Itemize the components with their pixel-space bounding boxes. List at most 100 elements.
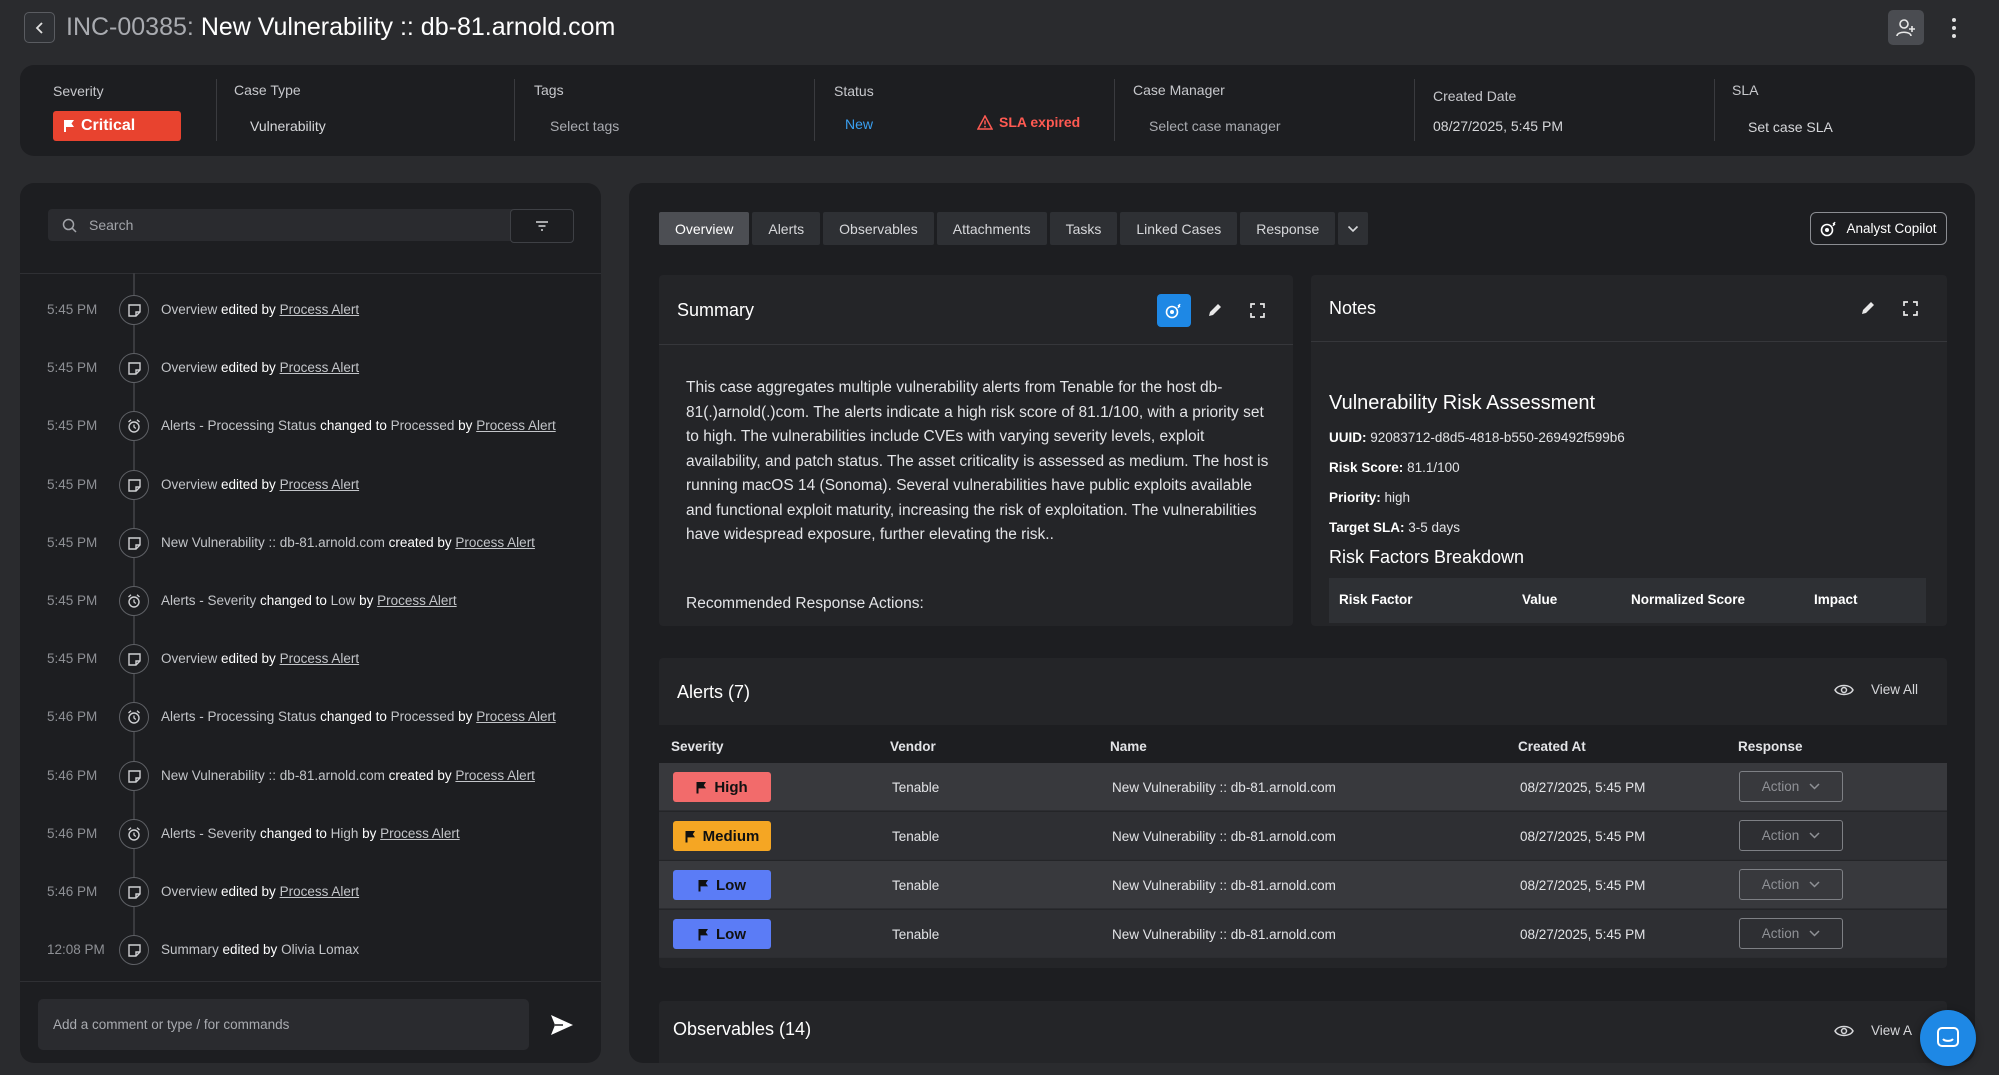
case-manager-field[interactable]: Case Manager Select case manager (1133, 65, 1413, 156)
case-type-field[interactable]: Case Type Vulnerability (234, 65, 534, 156)
action-dropdown[interactable]: Action (1739, 771, 1843, 802)
timeline-time: 5:46 PM (47, 884, 98, 899)
back-button[interactable] (24, 12, 55, 43)
timeline-actor-link[interactable]: Process Alert (280, 360, 360, 375)
timeline-subject: Overview (161, 360, 218, 375)
alert-name-cell[interactable]: New Vulnerability :: db-81.arnold.com (1112, 780, 1336, 795)
action-dropdown[interactable]: Action (1739, 820, 1843, 851)
more-tabs-button[interactable] (1338, 212, 1369, 245)
status-field[interactable]: Status New SLA expired (834, 65, 1114, 156)
table-row[interactable]: Low Tenable New Vulnerability :: db-81.arn… (659, 910, 1947, 958)
observables-view-all-label: View A (1871, 1023, 1913, 1038)
alarm-icon (119, 819, 149, 849)
tab-observables[interactable]: Observables (823, 212, 934, 245)
col-name: Name (1110, 739, 1147, 754)
timeline-actor-link[interactable]: Process Alert (377, 593, 457, 608)
sla-field[interactable]: SLA Set case SLA (1732, 65, 1962, 156)
tab-response[interactable]: Response (1240, 212, 1336, 245)
summary-copilot-button[interactable] (1157, 294, 1191, 327)
timeline-text: Overview edited by Process Alert (161, 651, 359, 666)
severity-select[interactable]: Critical (53, 111, 181, 141)
timeline-time: 12:08 PM (47, 942, 105, 957)
search-placeholder: Search (89, 217, 134, 233)
timeline-actor: Olivia Lomax (281, 942, 360, 957)
filter-icon (536, 221, 548, 231)
timeline-actor-link[interactable]: Process Alert (280, 477, 360, 492)
note-risk-score: Risk Score: 81.1/100 (1329, 460, 1460, 475)
note-icon (119, 295, 149, 325)
tab-attachments[interactable]: Attachments (936, 212, 1047, 245)
tab-alerts[interactable]: Alerts (752, 212, 821, 245)
tab-tasks[interactable]: Tasks (1049, 212, 1118, 245)
tab-bar: Overview Alerts Observables Attachments … (659, 212, 1369, 245)
col-impact: Impact (1814, 592, 1858, 607)
view-all-observables-button[interactable]: View A (1834, 1023, 1912, 1038)
timeline-actor-link[interactable]: Process Alert (455, 535, 535, 550)
alert-name-cell[interactable]: New Vulnerability :: db-81.arnold.com (1112, 829, 1336, 844)
case-info-bar: Severity Critical Case Type Vulnerabilit… (20, 65, 1975, 156)
risk-score-value: 81.1/100 (1407, 460, 1460, 475)
assign-user-button[interactable] (1888, 10, 1924, 45)
timeline-actor-link[interactable]: Process Alert (380, 826, 460, 841)
timeline-actor-link[interactable]: Process Alert (476, 418, 556, 433)
col-severity: Severity (671, 739, 724, 754)
edit-summary-button[interactable] (1200, 295, 1230, 325)
sla-label: SLA (1732, 82, 1759, 98)
tab-overview[interactable]: Overview (659, 212, 750, 245)
edit-notes-button[interactable] (1853, 293, 1883, 323)
alert-name-cell[interactable]: New Vulnerability :: db-81.arnold.com (1112, 927, 1336, 942)
timeline-actor-link[interactable]: Process Alert (280, 884, 360, 899)
notes-heading: Vulnerability Risk Assessment (1329, 392, 1596, 414)
action-dropdown[interactable]: Action (1739, 869, 1843, 900)
timeline-subject: Alerts - Processing Status (161, 709, 317, 724)
analyst-copilot-button[interactable]: Analyst Copilot (1810, 212, 1947, 245)
timeline-text: Overview edited by Process Alert (161, 477, 359, 492)
table-row[interactable]: Medium Tenable New Vulnerability :: db-81.… (659, 812, 1947, 860)
timeline-text: Summary edited by Olivia Lomax (161, 942, 359, 957)
severity-text: Low (716, 876, 746, 894)
note-icon (119, 877, 149, 907)
alarm-icon (119, 411, 149, 441)
alerts-table-header: Severity Vendor Name Created At Response (659, 725, 1947, 763)
search-input[interactable]: Search (48, 209, 516, 241)
timeline-actor-link[interactable]: Process Alert (476, 709, 556, 724)
created-at-cell: 08/27/2025, 5:45 PM (1520, 878, 1646, 893)
timeline-verb: edited by (217, 360, 280, 375)
view-all-alerts-button[interactable]: View All (1834, 682, 1918, 697)
table-row[interactable]: High Tenable New Vulnerability :: db-81.ar… (659, 763, 1947, 811)
case-type-label: Case Type (234, 82, 301, 98)
timeline-actor-link[interactable]: Process Alert (455, 768, 535, 783)
divider (20, 981, 601, 982)
eye-icon (1834, 684, 1854, 695)
tab-linked-cases[interactable]: Linked Cases (1120, 212, 1238, 245)
timeline-verb: changed to (316, 418, 391, 433)
summary-title: Summary (677, 300, 755, 320)
tags-field[interactable]: Tags Select tags (534, 65, 814, 156)
priority-label: Priority: (1329, 490, 1381, 505)
expand-notes-button[interactable] (1895, 293, 1925, 323)
alerts-card: Alerts (7) View All Severity Vendor Name… (659, 658, 1947, 968)
activity-panel: Search 5:45 PM Overview edited by Process… (20, 183, 601, 1063)
send-button[interactable] (547, 1010, 577, 1040)
action-dropdown[interactable]: Action (1739, 918, 1843, 949)
field-divider (814, 79, 815, 141)
chat-support-button[interactable] (1920, 1010, 1976, 1066)
vendor-cell: Tenable (892, 927, 940, 942)
timeline-actor-link[interactable]: Process Alert (280, 302, 360, 317)
severity-label: Severity (53, 83, 104, 99)
sla-placeholder: Set case SLA (1748, 119, 1833, 135)
comment-input[interactable]: Add a comment or type / for commands (38, 999, 529, 1050)
action-label: Action (1761, 828, 1800, 843)
target-sla-value: 3-5 days (1408, 520, 1461, 535)
action-label: Action (1761, 926, 1800, 941)
note-icon (119, 353, 149, 383)
filter-button[interactable] (510, 209, 574, 243)
alert-name-cell[interactable]: New Vulnerability :: db-81.arnold.com (1112, 878, 1336, 893)
timeline-item: 5:45 PM Overview edited by Process Alert (20, 353, 601, 383)
timeline-time: 5:45 PM (47, 360, 98, 375)
table-row[interactable]: Low Tenable New Vulnerability :: db-81.arn… (659, 861, 1947, 909)
timeline-actor-link[interactable]: Process Alert (280, 651, 360, 666)
expand-summary-button[interactable] (1242, 295, 1272, 325)
more-options-button[interactable] (1942, 10, 1966, 45)
timeline-subject: Summary (161, 942, 219, 957)
